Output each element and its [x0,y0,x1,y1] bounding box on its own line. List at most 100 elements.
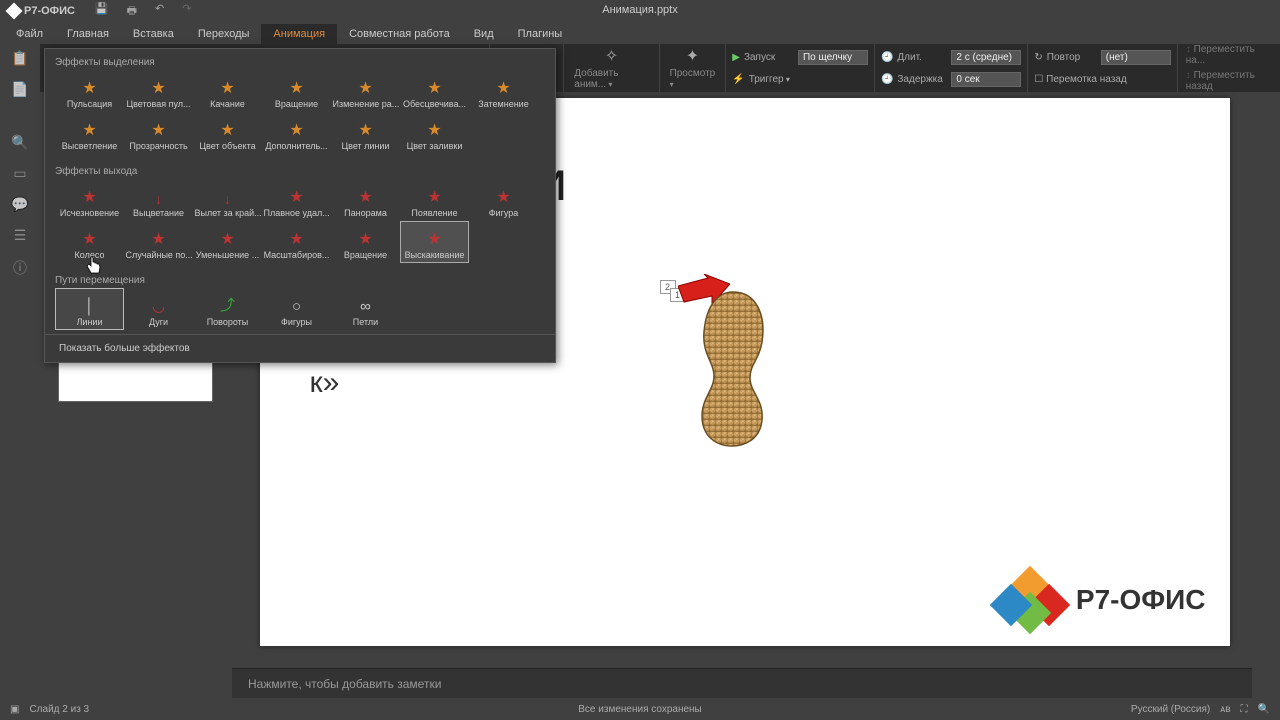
motion-icon: ⤴ [220,294,235,315]
fx-item-exit-4[interactable]: ★Панорама [331,179,400,221]
fx-item-emph-11[interactable]: ★Цвет линии [331,112,400,154]
fx-item-exit-3[interactable]: ★Плавное удал... [262,179,331,221]
move-later[interactable]: Переместить назад [1186,70,1272,92]
slide-sub2-visible[interactable]: к» [310,366,340,400]
print-icon[interactable]: 🖶 [127,2,137,21]
menu-collab[interactable]: Совместная работа [337,24,462,44]
add-animation-button[interactable]: ✧ Добавить аним... [564,44,659,92]
delay-value[interactable]: 0 сек [951,72,1021,87]
fx-item-exit-1[interactable]: ↓Выцветание [124,179,193,221]
motion-icon: ○ [292,298,301,315]
star-icon: ★ [358,232,372,248]
fx-item-label: Прозрачность [129,141,187,151]
fx-item-emph-0[interactable]: ★Пульсация [55,70,124,112]
fx-item-label: Вращение [344,250,387,260]
right-sidebar-collapsed[interactable] [1252,92,1280,678]
fx-item-emph-4[interactable]: ★ Изменение ра... [331,70,400,112]
fx-item-emph-6[interactable]: ★Затемнение [469,70,538,112]
redo-icon[interactable]: ↷ [182,2,191,21]
search-icon[interactable]: 🔍 [11,134,28,151]
fx-item-emph-12[interactable]: ★Цвет заливки [400,112,469,154]
fx-item-label: Цветовая пул... [126,99,190,109]
fx-item-emph-8[interactable]: ★ Прозрачность [124,112,193,154]
fx-item-exit-2[interactable]: ↓Вылет за край... [193,179,262,221]
fit-icon[interactable]: ⛶ [1241,704,1248,715]
effects-dropdown-panel: Эффекты выделения ★Пульсация★Цветовая пу… [44,48,556,363]
fx-item-emph-3[interactable]: ★Вращение [262,70,331,112]
fx-item-emph-10[interactable]: ★Дополнитель... [262,112,331,154]
star-icon: ★ [358,123,372,139]
fx-item-emph-2[interactable]: ★Качание [193,70,262,112]
fx-item-motion-0[interactable]: │Линии [55,288,124,330]
loop-icon: ↻ [1034,52,1042,63]
fx-item-emph-7[interactable]: ★Высветление [55,112,124,154]
document-title: Анимация.pptx [602,4,678,16]
duration-value[interactable]: 2 с (средне) [951,50,1021,65]
menu-insert[interactable]: Вставка [121,24,186,44]
star-icon: ★ [151,81,165,97]
preview-button[interactable]: ✦ Просмотр [660,44,727,92]
fx-item-emph-1[interactable]: ★ Цветовая пул... [124,70,193,112]
fx-item-label: Появление [411,208,457,218]
move-earlier[interactable]: Переместить на... [1186,44,1272,66]
fx-item-emph-9[interactable]: ★Цвет объекта [193,112,262,154]
menu-transitions[interactable]: Переходы [186,24,262,44]
app-name: Р7-ОФИС [24,5,75,17]
fx-item-exit-5[interactable]: ★Появление [400,179,469,221]
fx-item-exit-12[interactable]: ★Выскакивание [400,221,469,263]
fx-item-exit-6[interactable]: ★Фигура [469,179,538,221]
fx-item-exit-0[interactable]: ★Исчезновение [55,179,124,221]
fx-item-label: Колесо [75,250,105,260]
paste-icon[interactable]: 📄 [11,81,28,98]
peanut-image[interactable] [692,288,774,448]
copy-icon[interactable]: 📋 [11,50,28,67]
fx-item-label: Исчезновение [60,208,119,218]
language-indicator[interactable]: Русский (Россия) [1131,704,1210,715]
menu-view[interactable]: Вид [462,24,506,44]
undo-icon[interactable]: ↶ [155,2,164,21]
menu-plugins[interactable]: Плагины [506,24,575,44]
star-icon: ★ [151,123,165,139]
menu-file[interactable]: Файл [4,24,55,44]
presentation-mode-icon[interactable]: ▣ [10,704,19,715]
fx-item-exit-10[interactable]: ★Масштабиров... [262,221,331,263]
star-icon: ★ [289,190,303,206]
fx-item-motion-4[interactable]: ∞Петли [331,288,400,330]
notes-pane[interactable]: Нажмите, чтобы добавить заметки [232,668,1252,698]
fx-item-exit-9[interactable]: ★Уменьшение ... [193,221,262,263]
info-icon[interactable]: ⓘ [13,258,27,278]
star-icon: ★ [289,81,303,97]
save-icon[interactable]: 💾 [95,2,109,21]
zoom-icon[interactable]: 🔍 [1258,704,1270,715]
rewind-checkbox[interactable]: Перемотка назад [1034,74,1126,85]
fx-item-exit-7[interactable]: ★Колесо [55,221,124,263]
repeat-value[interactable]: (нет) [1101,50,1171,65]
fx-item-label: Выцветание [133,208,184,218]
fx-item-motion-3[interactable]: ○Фигуры [262,288,331,330]
fx-item-motion-1[interactable]: ◡Дуги [124,288,193,330]
add-anim-label: Добавить аним... [574,68,648,90]
fx-item-motion-2[interactable]: ⤴Повороты [193,288,262,330]
logo-diamond-icon [6,3,23,20]
star-plus-icon: ✧ [605,46,618,66]
fx-item-exit-8[interactable]: ★Случайные по... [124,221,193,263]
fx-item-exit-11[interactable]: ★ Вращение [331,221,400,263]
fx-section-motion-title: Пути перемещения [55,271,545,288]
menu-home[interactable]: Главная [55,24,121,44]
star-icon: ★ [358,81,372,97]
start-value[interactable]: По щелчку [798,50,868,65]
fx-item-emph-5[interactable]: ★Обесцвечива... [400,70,469,112]
clock-icon: 🕘 [881,52,893,63]
star-icon: ★ [220,232,234,248]
menu-animation[interactable]: Анимация [261,24,337,44]
trigger-label[interactable]: Триггер [749,74,799,85]
delay-label: Задержка [897,74,947,85]
slides-panel-icon[interactable]: ▭ [13,165,26,182]
fx-item-label: Изменение ра... [333,99,399,109]
star-icon: ★ [289,123,303,139]
show-more-effects[interactable]: Показать больше эффектов [45,334,555,362]
star-icon: ★ [220,123,234,139]
spellcheck-icon[interactable]: ᴀв [1220,704,1230,715]
outline-icon[interactable]: ☰ [14,227,27,244]
comments-icon[interactable]: 💬 [11,196,28,213]
